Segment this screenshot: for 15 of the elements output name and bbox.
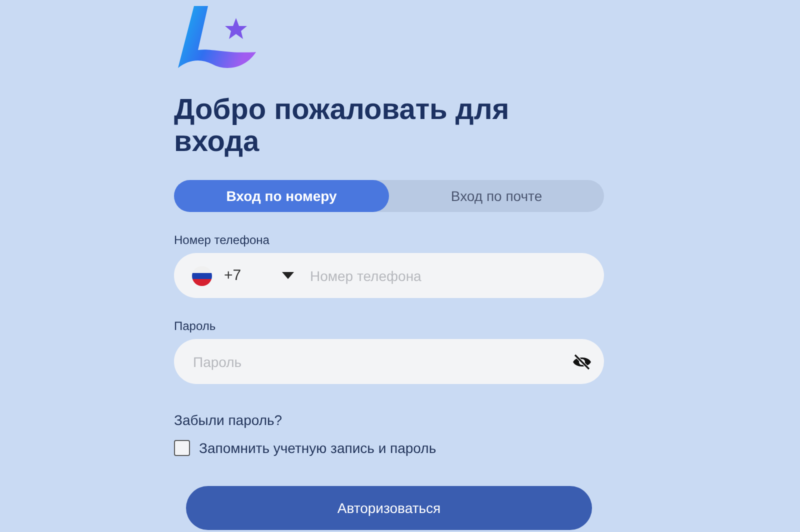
field-label: Номер телефона xyxy=(174,233,270,247)
login-tab[interactable]: Вход по почте xyxy=(389,180,604,212)
password-field[interactable]: Пароль xyxy=(174,339,604,384)
country-code[interactable]: +7 xyxy=(224,267,274,284)
login-tab[interactable]: Вход по номеру xyxy=(174,180,389,212)
welcome-title: Добро пожаловать для входа xyxy=(174,94,510,158)
forgot-password-link[interactable]: Забыли пароль? xyxy=(174,412,282,428)
field-label: Пароль xyxy=(174,319,216,333)
flag-icon xyxy=(192,266,212,286)
caret-icon[interactable] xyxy=(282,272,294,279)
phone-field[interactable]: +7 Номер телефона xyxy=(174,253,604,298)
eye-off-icon[interactable] xyxy=(572,354,592,370)
remember-checkbox[interactable] xyxy=(174,440,190,456)
remember-label: Запомнить учетную запись и пароль xyxy=(199,440,436,456)
login-button[interactable]: Авторизоваться xyxy=(186,486,592,530)
